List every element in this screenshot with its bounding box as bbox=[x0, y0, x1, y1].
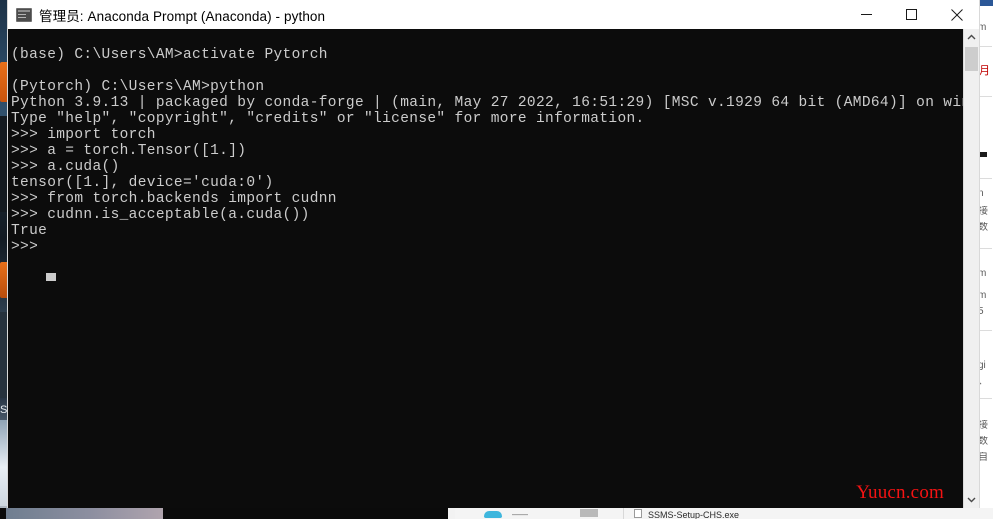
console-text: (base) C:\Users\AM>activate Pytorch (Pyt… bbox=[11, 47, 963, 255]
background-divider bbox=[979, 248, 992, 249]
taskbar-label: —— bbox=[512, 510, 528, 519]
window-titlebar[interactable]: 管理员: Anaconda Prompt (Anaconda) - python bbox=[8, 0, 979, 29]
background-text-row: 数 bbox=[978, 222, 988, 233]
watermark-site: Yuucn.com bbox=[856, 482, 944, 503]
bottom-taskbar[interactable]: —— SSMS-Setup-CHS.exe bbox=[0, 508, 993, 519]
background-text-row: 接 bbox=[978, 420, 988, 431]
window-controls bbox=[844, 0, 979, 29]
background-text-row: 、 bbox=[978, 376, 988, 387]
desktop-icon-dark-2 bbox=[0, 312, 8, 398]
background-text-row: 自 bbox=[978, 452, 988, 463]
background-text-row: m bbox=[978, 268, 987, 279]
background-black-chip bbox=[980, 152, 987, 157]
taskbar-window-preview[interactable] bbox=[6, 508, 163, 519]
background-text-row: 5 bbox=[978, 306, 984, 317]
background-text-row: 接 bbox=[978, 206, 988, 217]
vertical-scrollbar[interactable] bbox=[963, 29, 979, 508]
background-text-row: n bbox=[978, 188, 984, 199]
background-window-titlebar bbox=[978, 0, 993, 6]
text-cursor bbox=[46, 273, 56, 281]
background-red-text: 月 bbox=[979, 65, 990, 77]
window-title: 管理员: Anaconda Prompt (Anaconda) - python bbox=[39, 8, 326, 24]
background-divider bbox=[979, 398, 992, 399]
taskbar-dark-region bbox=[163, 508, 448, 519]
background-text-row: gi bbox=[978, 360, 986, 371]
taskbar-panel-edge bbox=[448, 508, 455, 519]
desktop-icon-letter: S bbox=[0, 404, 8, 416]
background-window-sliver[interactable]: m 月 n 接 数 m m 5 gi 、 接 数 自 bbox=[978, 0, 993, 519]
cloud-icon bbox=[484, 511, 502, 518]
maximize-button[interactable] bbox=[889, 0, 934, 29]
desktop-icon-light bbox=[0, 420, 8, 506]
close-button[interactable] bbox=[934, 0, 979, 29]
background-divider bbox=[979, 46, 992, 47]
anaconda-prompt-window[interactable]: 管理员: Anaconda Prompt (Anaconda) - python bbox=[8, 0, 979, 508]
background-divider bbox=[979, 330, 992, 331]
minimize-button[interactable] bbox=[844, 0, 889, 29]
taskbar-chip bbox=[580, 509, 598, 517]
chevron-down-icon[interactable] bbox=[964, 491, 979, 508]
download-file-name: SSMS-Setup-CHS.exe bbox=[648, 510, 740, 519]
console-output-area[interactable]: (base) C:\Users\AM>activate Pytorch (Pyt… bbox=[8, 29, 963, 508]
background-text-row: m bbox=[978, 22, 987, 33]
chevron-up-icon[interactable] bbox=[964, 29, 979, 46]
background-text-row: m bbox=[978, 290, 987, 301]
console-icon bbox=[16, 7, 32, 22]
background-divider bbox=[979, 96, 992, 97]
background-text-row: 数 bbox=[978, 436, 988, 447]
desktop-icon-dark bbox=[0, 116, 8, 212]
scrollbar-thumb[interactable] bbox=[965, 47, 978, 71]
background-divider bbox=[979, 178, 992, 179]
file-icon bbox=[634, 509, 642, 518]
